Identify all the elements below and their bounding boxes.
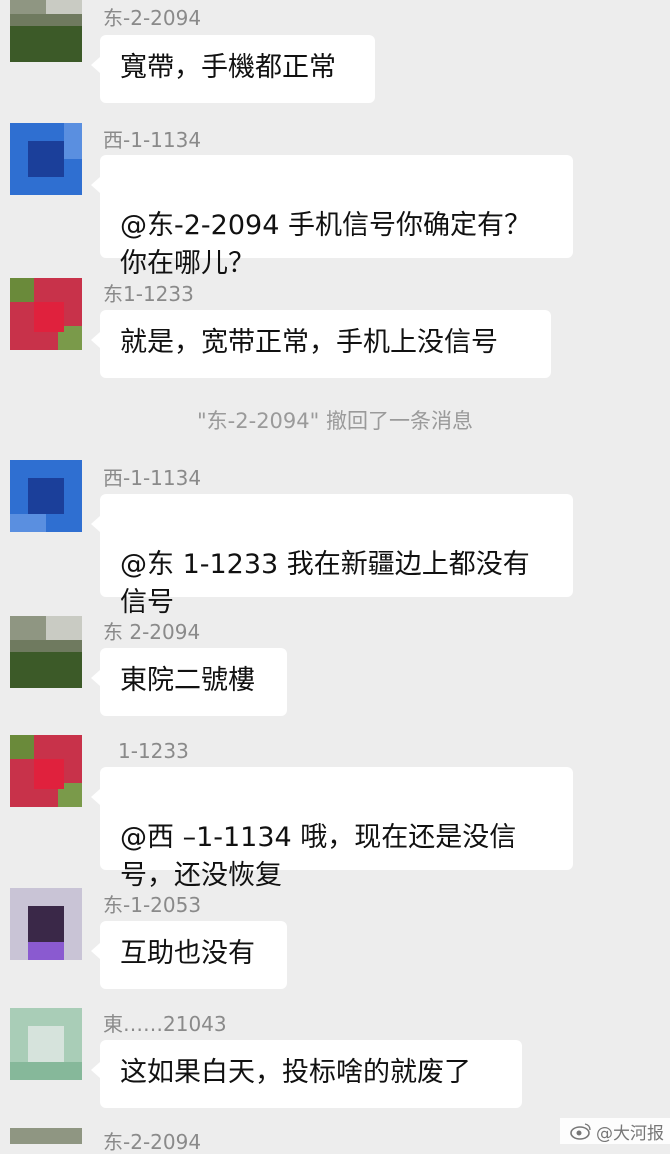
message-text: @西 –1-1134 哦，现在还是没信 号，还没恢复 [120, 822, 517, 891]
sender-name: 东1-1233 [103, 282, 194, 306]
message-text: 这如果白天，投标啥的就废了 [120, 1057, 471, 1088]
avatar[interactable] [10, 460, 82, 532]
message-text: 寬帶，手機都正常 [120, 52, 336, 83]
avatar[interactable] [10, 0, 82, 62]
message-bubble[interactable]: 这如果白天，投标啥的就废了 [91, 1040, 522, 1108]
message-bubble[interactable]: 就是，宽带正常，手机上没信号 [91, 310, 551, 378]
sender-name: 東……21043 [103, 1012, 227, 1036]
sender-name: 东-2-2094 [103, 6, 202, 30]
weibo-icon [570, 1123, 591, 1140]
message-text: 就是，宽带正常，手机上没信号 [120, 327, 498, 358]
sender-name: 东-2-2094 [103, 1130, 202, 1154]
avatar[interactable] [10, 1008, 82, 1080]
message-text: @东-2-2094 手机信号你确定有？ 你在哪儿？ [120, 210, 531, 279]
avatar[interactable] [10, 888, 82, 960]
avatar[interactable] [10, 1128, 82, 1144]
avatar[interactable] [10, 735, 82, 807]
sender-name: 西-1-1134 [103, 128, 202, 152]
message-text: 東院二號樓 [120, 665, 255, 696]
avatar[interactable] [10, 123, 82, 195]
avatar[interactable] [10, 278, 82, 350]
message-bubble[interactable]: 互助也没有 [91, 921, 287, 989]
watermark-text: @大河报 [596, 1123, 664, 1144]
sender-name: 东-1-2053 [103, 893, 202, 917]
message-bubble[interactable]: 東院二號樓 [91, 648, 287, 716]
message-bubble[interactable]: @东 1-1233 我在新疆边上都没有 信号 [91, 494, 573, 618]
sender-name: 1-1233 [118, 739, 189, 763]
message-bubble[interactable]: 寬帶，手機都正常 [91, 35, 375, 103]
message-text: @东 1-1233 我在新疆边上都没有 信号 [120, 549, 530, 618]
message-text: 互助也没有 [120, 938, 255, 969]
watermark: @大河报 [560, 1118, 670, 1144]
sender-name: 东 2-2094 [103, 620, 201, 644]
recall-notice: "东-2-2094" 撤回了一条消息 [197, 409, 473, 433]
avatar[interactable] [10, 616, 82, 688]
sender-name: 西-1-1134 [103, 466, 202, 490]
message-bubble[interactable]: @东-2-2094 手机信号你确定有？ 你在哪儿？ [91, 155, 573, 279]
message-bubble[interactable]: @西 –1-1134 哦，现在还是没信 号，还没恢复 [91, 767, 573, 891]
